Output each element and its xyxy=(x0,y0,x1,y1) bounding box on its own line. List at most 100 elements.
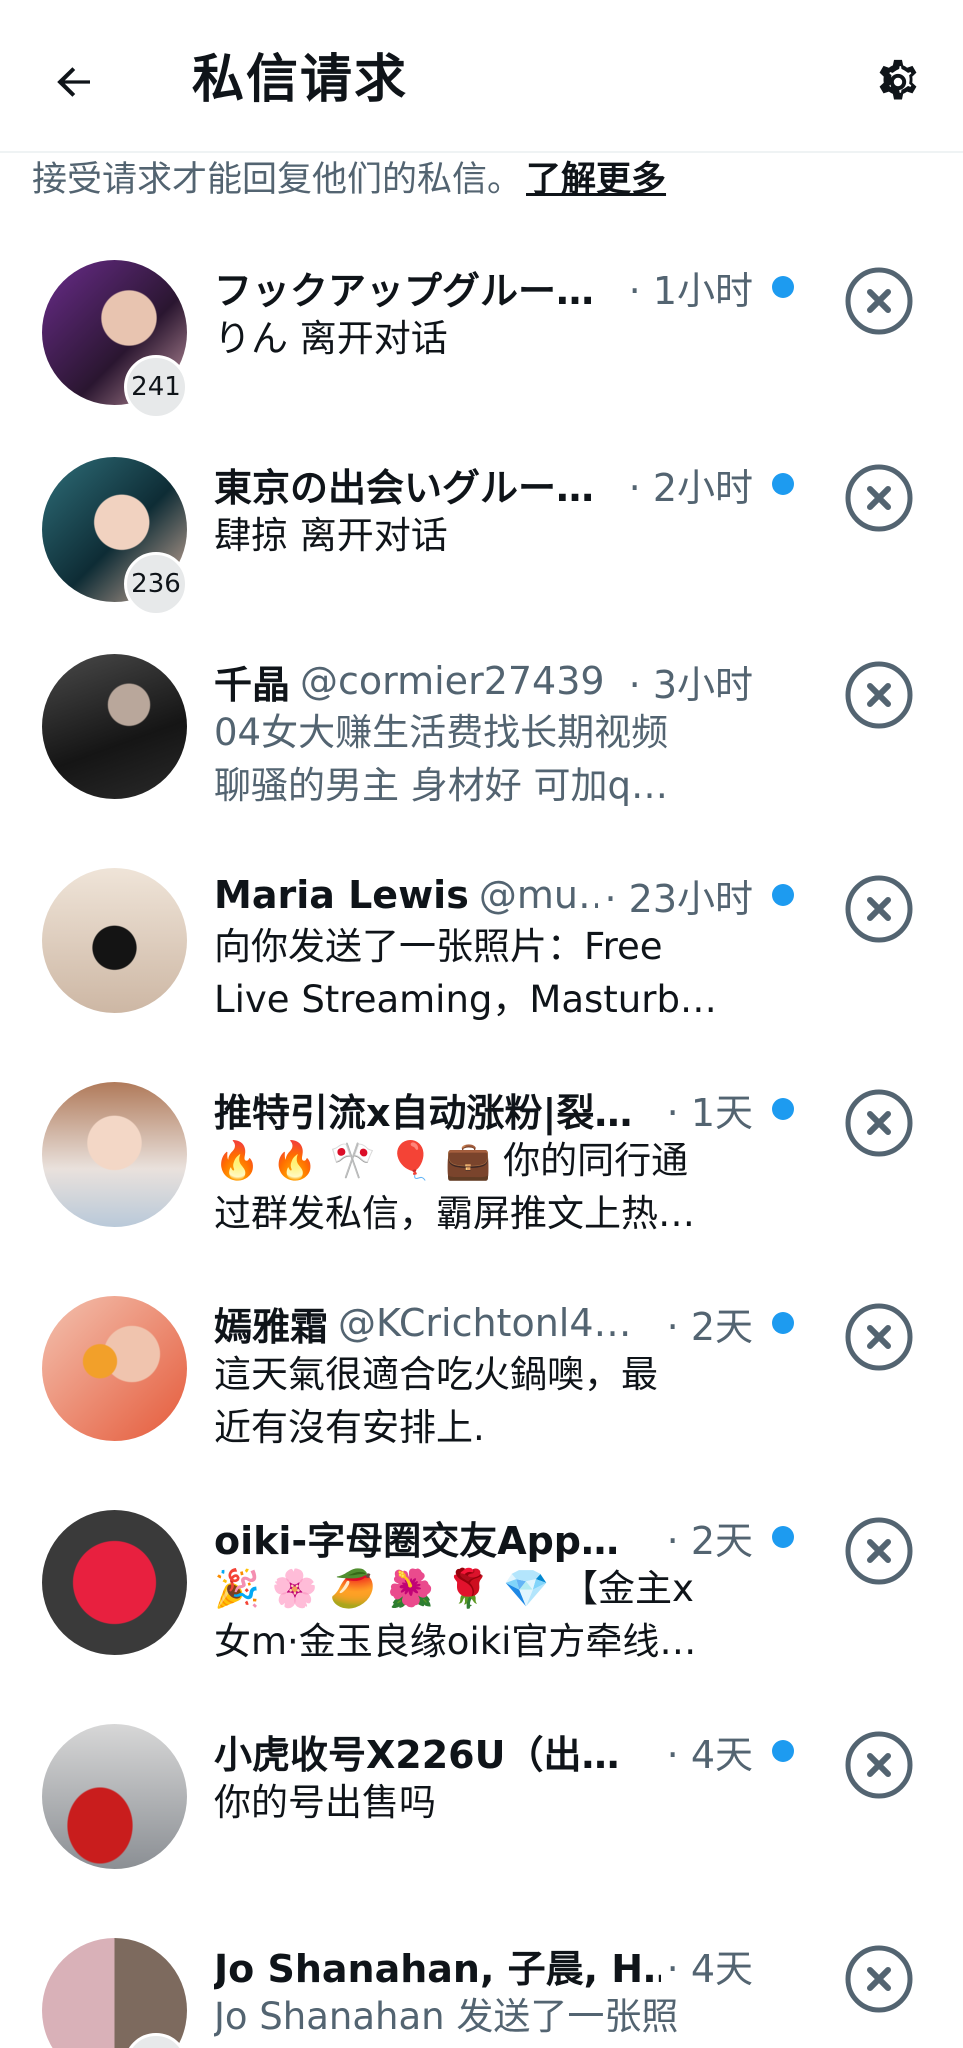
message-preview: 你的号出售吗 xyxy=(214,1776,754,1829)
message-preview-line: 🔥 🔥 🎌 🎈 💼 你的同行通 xyxy=(214,1139,689,1182)
message-preview-line: 這天氣很適合吃火鍋噢，最 xyxy=(214,1353,658,1396)
timestamp: · 2小时 xyxy=(622,456,753,512)
unread-dot xyxy=(772,1740,794,1762)
request-header-line: フックアップグルー… · 1小时 xyxy=(214,259,753,315)
close-circle-icon xyxy=(845,875,913,943)
unread-dot xyxy=(772,1098,794,1120)
request-header-line: 東京の出会いグルー… · 2小时 xyxy=(214,456,753,512)
request-row[interactable]: 小虎收号X226U（出… · 4天你的号出售吗 xyxy=(0,1714,963,1928)
close-circle-icon xyxy=(845,1945,913,2013)
message-preview-line: りん 离开对话 xyxy=(214,317,448,360)
close-circle-icon xyxy=(845,1303,913,1371)
message-preview: 向你发送了一张照片：Free Live Streaming，Masturb… xyxy=(214,920,754,1026)
sender-name: 嫣雅霜 xyxy=(214,1304,329,1349)
sender-name: 小虎收号X226U（出… xyxy=(214,1732,620,1777)
request-header-line: 推特引流x自动涨粉|裂… · 1天 xyxy=(214,1081,753,1137)
avatar[interactable] xyxy=(42,868,187,1013)
dismiss-request-button[interactable] xyxy=(843,1087,915,1159)
dismiss-request-button[interactable] xyxy=(843,265,915,337)
request-row[interactable]: 127Jo Shanahan, 子晨, H…· 4天Jo Shanahan 发送… xyxy=(0,1928,963,2048)
request-header-line: 千晶 @cormier27439 · 3小时 xyxy=(214,653,753,709)
notice-text: 接受请求才能回复他们的私信。 xyxy=(32,160,523,200)
message-preview-line: 女m·金玉良缘oiki官方牵线… xyxy=(214,1620,697,1663)
avatar[interactable] xyxy=(42,1082,187,1227)
sender-name: 推特引流x自动涨粉|裂… xyxy=(214,1090,633,1135)
message-preview-line: 近有沒有安排上. xyxy=(214,1406,485,1449)
timestamp: · 4天 xyxy=(660,1723,753,1779)
avatar[interactable] xyxy=(42,1938,187,2048)
message-preview-line: Live Streaming，Masturb… xyxy=(214,978,717,1021)
group-member-count-badge: 241 xyxy=(124,355,188,419)
message-preview-line: 🎉 🌸 🥭 🌺 🌹 💎 【金主x xyxy=(214,1567,694,1610)
avatar[interactable] xyxy=(42,1724,187,1869)
dismiss-request-button[interactable] xyxy=(843,1515,915,1587)
dismiss-request-button[interactable] xyxy=(843,873,915,945)
request-row[interactable]: 241 フックアップグルー… · 1小时りん 离开对话 xyxy=(0,250,963,447)
close-circle-icon xyxy=(845,1731,913,1799)
message-preview: 🎉 🌸 🥭 🌺 🌹 💎 【金主x 女m·金玉良缘oiki官方牵线… xyxy=(214,1562,754,1668)
request-row[interactable]: Maria Lewis @mu… · 23小时 向你发送了一张照片：Free Live … xyxy=(0,858,963,1072)
sender-handle: @mu… xyxy=(478,873,616,917)
request-header-line: 嫣雅霜 @KCrichtonl4… · 2天 xyxy=(214,1295,753,1351)
message-preview-line: 过群发私信，霸屏推文上热… xyxy=(214,1192,695,1235)
timestamp: · 1天 xyxy=(660,1081,753,1137)
settings-button[interactable] xyxy=(866,50,930,114)
arrow-left-icon xyxy=(57,67,90,97)
close-circle-icon xyxy=(845,267,913,335)
request-row[interactable]: 嫣雅霜 @KCrichtonl4… · 2天 這天氣很適合吃火鍋噢，最 近有沒有安排上. xyxy=(0,1286,963,1500)
request-row[interactable]: 推特引流x自动涨粉|裂… · 1天 🔥 🔥 🎌 🎈 💼 你的同行通 过群发私信，霸屏推… xyxy=(0,1072,963,1286)
close-circle-icon xyxy=(845,1517,913,1585)
dismiss-request-button[interactable] xyxy=(843,1729,915,1801)
timestamp: · 3小时 xyxy=(622,653,753,709)
avatar[interactable] xyxy=(42,1296,187,1441)
sender-handle: @KCrichtonl4… xyxy=(338,1301,632,1345)
message-preview-line: 肆掠 离开对话 xyxy=(214,514,448,557)
message-preview-line: 04女大赚生活费找长期视频 xyxy=(214,711,669,754)
message-request-list: 241 フックアップグルー… · 1小时りん 离开对话 236 東京の出会いグルー… · … xyxy=(0,250,963,2048)
message-preview: 這天氣很適合吃火鍋噢，最 近有沒有安排上. xyxy=(214,1348,754,1454)
unread-dot xyxy=(772,473,794,495)
learn-more-link[interactable]: 了解更多 xyxy=(526,160,666,200)
unread-dot xyxy=(772,276,794,298)
avatar[interactable] xyxy=(42,1510,187,1655)
sender-name: oiki-字母圈交友App… xyxy=(214,1518,620,1563)
dismiss-request-button[interactable] xyxy=(843,1301,915,1373)
message-preview-line: Jo Shanahan 发送了一张照 xyxy=(214,1995,679,2038)
message-preview: Jo Shanahan 发送了一张照 xyxy=(214,1990,754,2043)
dismiss-request-button[interactable] xyxy=(843,1943,915,2015)
dismiss-request-button[interactable] xyxy=(843,659,915,731)
avatar[interactable] xyxy=(42,654,187,799)
close-circle-icon xyxy=(845,1089,913,1157)
timestamp: · 23小时 xyxy=(598,867,753,923)
message-preview: 04女大赚生活费找长期视频 聊骚的男主 身材好 可加q… xyxy=(214,706,754,812)
timestamp: · 4天 xyxy=(660,1937,753,1993)
page-title: 私信请求 xyxy=(192,50,409,110)
sender-name: 東京の出会いグルー… xyxy=(214,465,595,510)
back-button[interactable] xyxy=(44,52,104,112)
request-row[interactable]: oiki-字母圈交友App… · 2天 🎉 🌸 🥭 🌺 🌹 💎 【金主x 女m·金玉良… xyxy=(0,1500,963,1714)
sender-name: Jo Shanahan, 子晨, H… xyxy=(214,1946,682,1991)
unread-dot xyxy=(772,1526,794,1548)
request-row[interactable]: 236 東京の出会いグルー… · 2小时肆掠 离开对话 xyxy=(0,447,963,644)
message-preview-line: 你的号出售吗 xyxy=(214,1781,436,1824)
request-header-line: Maria Lewis @mu… · 23小时 xyxy=(214,867,753,923)
request-header-line: 小虎收号X226U（出… · 4天 xyxy=(214,1723,753,1779)
gear-icon xyxy=(879,59,917,100)
sender-name: 千晶 xyxy=(214,662,291,707)
message-preview-line: 聊骚的男主 身材好 可加q… xyxy=(214,764,669,807)
message-preview-line: 向你发送了一张照片：Free xyxy=(214,925,663,968)
close-circle-icon xyxy=(845,661,913,729)
sender-name: フックアップグルー… xyxy=(214,268,595,313)
unread-dot xyxy=(772,884,794,906)
dismiss-request-button[interactable] xyxy=(843,462,915,534)
timestamp: · 2天 xyxy=(660,1295,753,1351)
request-header-line: oiki-字母圈交友App… · 2天 xyxy=(214,1509,753,1565)
group-member-count-badge: 236 xyxy=(124,552,188,616)
timestamp: · 1小时 xyxy=(622,259,753,315)
request-row[interactable]: 千晶 @cormier27439 · 3小时 04女大赚生活费找长期视频 聊骚的男主 身… xyxy=(0,644,963,858)
message-preview: 🔥 🔥 🎌 🎈 💼 你的同行通 过群发私信，霸屏推文上热… xyxy=(214,1134,754,1240)
sender-handle: @cormier27439 xyxy=(300,659,605,703)
sender-name: Maria Lewis xyxy=(214,873,469,917)
request-header-line: Jo Shanahan, 子晨, H… · 4天 xyxy=(214,1937,753,1993)
message-preview: 肆掠 离开对话 xyxy=(214,509,754,562)
